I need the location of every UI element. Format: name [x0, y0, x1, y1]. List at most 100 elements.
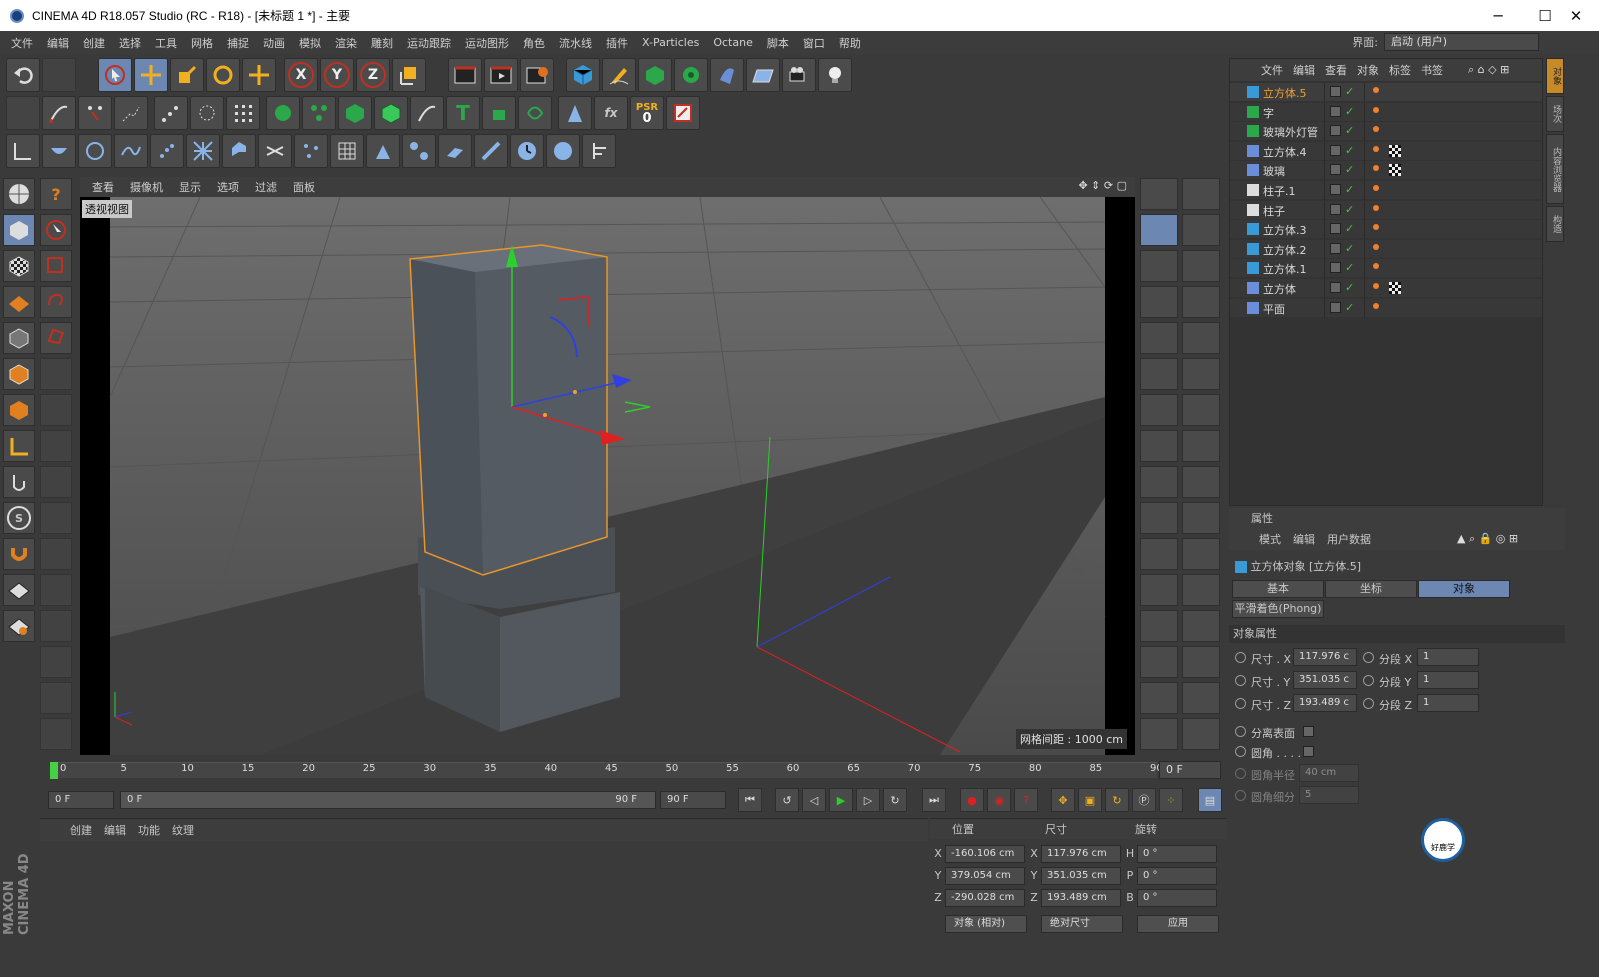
frame-button[interactable] — [40, 646, 72, 678]
timeline-ruler[interactable] — [50, 762, 1157, 778]
octane-material-button[interactable] — [558, 96, 592, 130]
right-tool-3-button[interactable] — [1140, 214, 1178, 246]
grid-points-button[interactable] — [40, 574, 72, 606]
subdivision-surface-button[interactable] — [638, 58, 672, 92]
viewport-menu-cameras[interactable]: 摄像机 — [122, 179, 171, 195]
object-menu-bookmarks[interactable]: 书签 — [1416, 62, 1448, 78]
phong-tag-icon[interactable] — [1373, 224, 1379, 231]
lasso-select-button[interactable] — [40, 286, 72, 318]
menu-snap[interactable]: 捕捉 — [220, 35, 256, 51]
redo-button[interactable] — [42, 58, 76, 92]
size-y-radio[interactable] — [1235, 675, 1246, 686]
right-tool-8-button[interactable] — [1182, 286, 1220, 318]
render-picture-viewer-button[interactable] — [484, 58, 518, 92]
enabled-check-icon[interactable]: ✓ — [1345, 105, 1354, 118]
cube-primitive-button[interactable] — [566, 58, 600, 92]
right-tool-32-button[interactable] — [1182, 718, 1220, 750]
menu-motion-tracking[interactable]: 运动跟踪 — [400, 35, 458, 51]
material-tag-icon[interactable] — [1389, 164, 1401, 177]
z-axis-button[interactable]: Z — [356, 58, 390, 92]
object-menu-view[interactable]: 查看 — [1320, 62, 1352, 78]
end-frame-field[interactable]: 90 F — [660, 791, 726, 809]
attribute-menu-userdata[interactable]: 用户数据 — [1321, 531, 1377, 547]
python-button[interactable] — [222, 134, 256, 168]
menu-tools[interactable]: 工具 — [148, 35, 184, 51]
tab-object[interactable]: 对象 — [1418, 580, 1510, 598]
menu-file[interactable]: 文件 — [4, 35, 40, 51]
sphere-tool-button[interactable] — [40, 538, 72, 570]
start-frame-field[interactable]: 0 F — [48, 791, 114, 809]
size-y-field[interactable]: 351.035 cm — [1041, 867, 1121, 885]
live-selection-button[interactable] — [78, 96, 112, 130]
help-button[interactable]: ? — [40, 178, 72, 210]
enabled-check-icon[interactable]: ✓ — [1345, 85, 1354, 98]
rotation-b-field[interactable]: 0 ° — [1137, 889, 1217, 907]
apply-button[interactable]: 应用 — [1137, 915, 1219, 933]
viewport-menu-display[interactable]: 显示 — [171, 179, 209, 195]
previous-key-button[interactable]: ↺ — [775, 788, 799, 812]
coordinate-system-button[interactable] — [392, 58, 426, 92]
last-tool-button[interactable] — [242, 58, 276, 92]
scatter-button[interactable] — [150, 134, 184, 168]
enabled-check-icon[interactable]: ✓ — [1345, 281, 1354, 294]
right-tool-28-button[interactable] — [1182, 646, 1220, 678]
model-mode-button[interactable] — [3, 214, 35, 246]
x-axis-button[interactable]: X — [284, 58, 318, 92]
menu-mesh[interactable]: 网格 — [184, 35, 220, 51]
auto-key-button[interactable]: ◉ — [987, 788, 1011, 812]
globe-mode-button[interactable] — [3, 178, 35, 210]
size-z-input[interactable]: 193.489 c — [1293, 694, 1357, 712]
globe-button[interactable] — [546, 134, 580, 168]
scale-tool-button[interactable] — [170, 58, 204, 92]
key-position-button[interactable]: ✥ — [1051, 788, 1075, 812]
right-tool-5-button[interactable] — [1140, 250, 1178, 282]
xpresso-button[interactable] — [266, 96, 300, 130]
right-tool-19-button[interactable] — [1140, 502, 1178, 534]
right-tool-16-button[interactable] — [1182, 430, 1220, 462]
phong-tag-icon[interactable] — [1373, 165, 1379, 172]
key-parameter-button[interactable]: Ⓟ — [1132, 788, 1156, 812]
phong-tag-icon[interactable] — [1373, 106, 1379, 113]
next-frame-button[interactable]: ▷ — [856, 788, 880, 812]
seg-x-radio[interactable] — [1363, 652, 1374, 663]
key-points-button[interactable]: ⁘ — [1159, 788, 1183, 812]
tab-basic[interactable]: 基本 — [1232, 580, 1324, 598]
psr-button[interactable]: PSR 0 — [630, 96, 664, 130]
go-to-start-button[interactable]: ⏮ — [738, 788, 762, 812]
viewport-menu-filter[interactable]: 过滤 — [247, 179, 285, 195]
enabled-check-icon[interactable]: ✓ — [1345, 242, 1354, 255]
visibility-toggle[interactable] — [1330, 184, 1341, 195]
seg-z-radio[interactable] — [1363, 698, 1374, 709]
enabled-check-icon[interactable]: ✓ — [1345, 261, 1354, 274]
timeline-playhead[interactable] — [50, 762, 58, 779]
object-row[interactable]: 立方体.4 ✓ — [1230, 141, 1542, 161]
object-menu-tags[interactable]: 标签 — [1384, 62, 1416, 78]
floor-button[interactable] — [746, 58, 780, 92]
frame-range-slider[interactable]: 0 F 90 F — [120, 791, 656, 809]
right-tool-23-button[interactable] — [1140, 574, 1178, 606]
right-tool-14-button[interactable] — [1182, 394, 1220, 426]
select-tool-button[interactable] — [98, 58, 132, 92]
key-scale-button[interactable]: ▣ — [1078, 788, 1102, 812]
previous-frame-button[interactable]: ◁ — [802, 788, 826, 812]
axis-mode-button[interactable] — [3, 430, 35, 462]
edges-mode-button[interactable] — [190, 96, 224, 130]
right-tool-22-button[interactable] — [1182, 538, 1220, 570]
fillet-checkbox[interactable] — [1303, 746, 1314, 757]
object-menu-edit[interactable]: 编辑 — [1288, 62, 1320, 78]
attribute-menu-mode[interactable]: 模式 — [1253, 531, 1287, 547]
size-z-field[interactable]: 193.489 cm — [1041, 889, 1121, 907]
visibility-toggle[interactable] — [1330, 223, 1341, 235]
phong-tag-icon[interactable] — [1373, 283, 1379, 289]
menu-pipeline[interactable]: 流水线 — [552, 35, 599, 51]
phong-tag-icon[interactable] — [1373, 243, 1379, 250]
enabled-check-icon[interactable]: ✓ — [1345, 183, 1354, 196]
points-edit-button[interactable] — [3, 322, 35, 354]
rectangle-selection-button[interactable] — [114, 96, 148, 130]
inner-extrude-button[interactable] — [40, 430, 72, 462]
menu-window[interactable]: 窗口 — [796, 35, 832, 51]
camera-button[interactable] — [782, 58, 816, 92]
right-tool-6-button[interactable] — [1182, 250, 1220, 282]
particles-button[interactable] — [302, 96, 336, 130]
visibility-toggle[interactable] — [1330, 144, 1341, 156]
